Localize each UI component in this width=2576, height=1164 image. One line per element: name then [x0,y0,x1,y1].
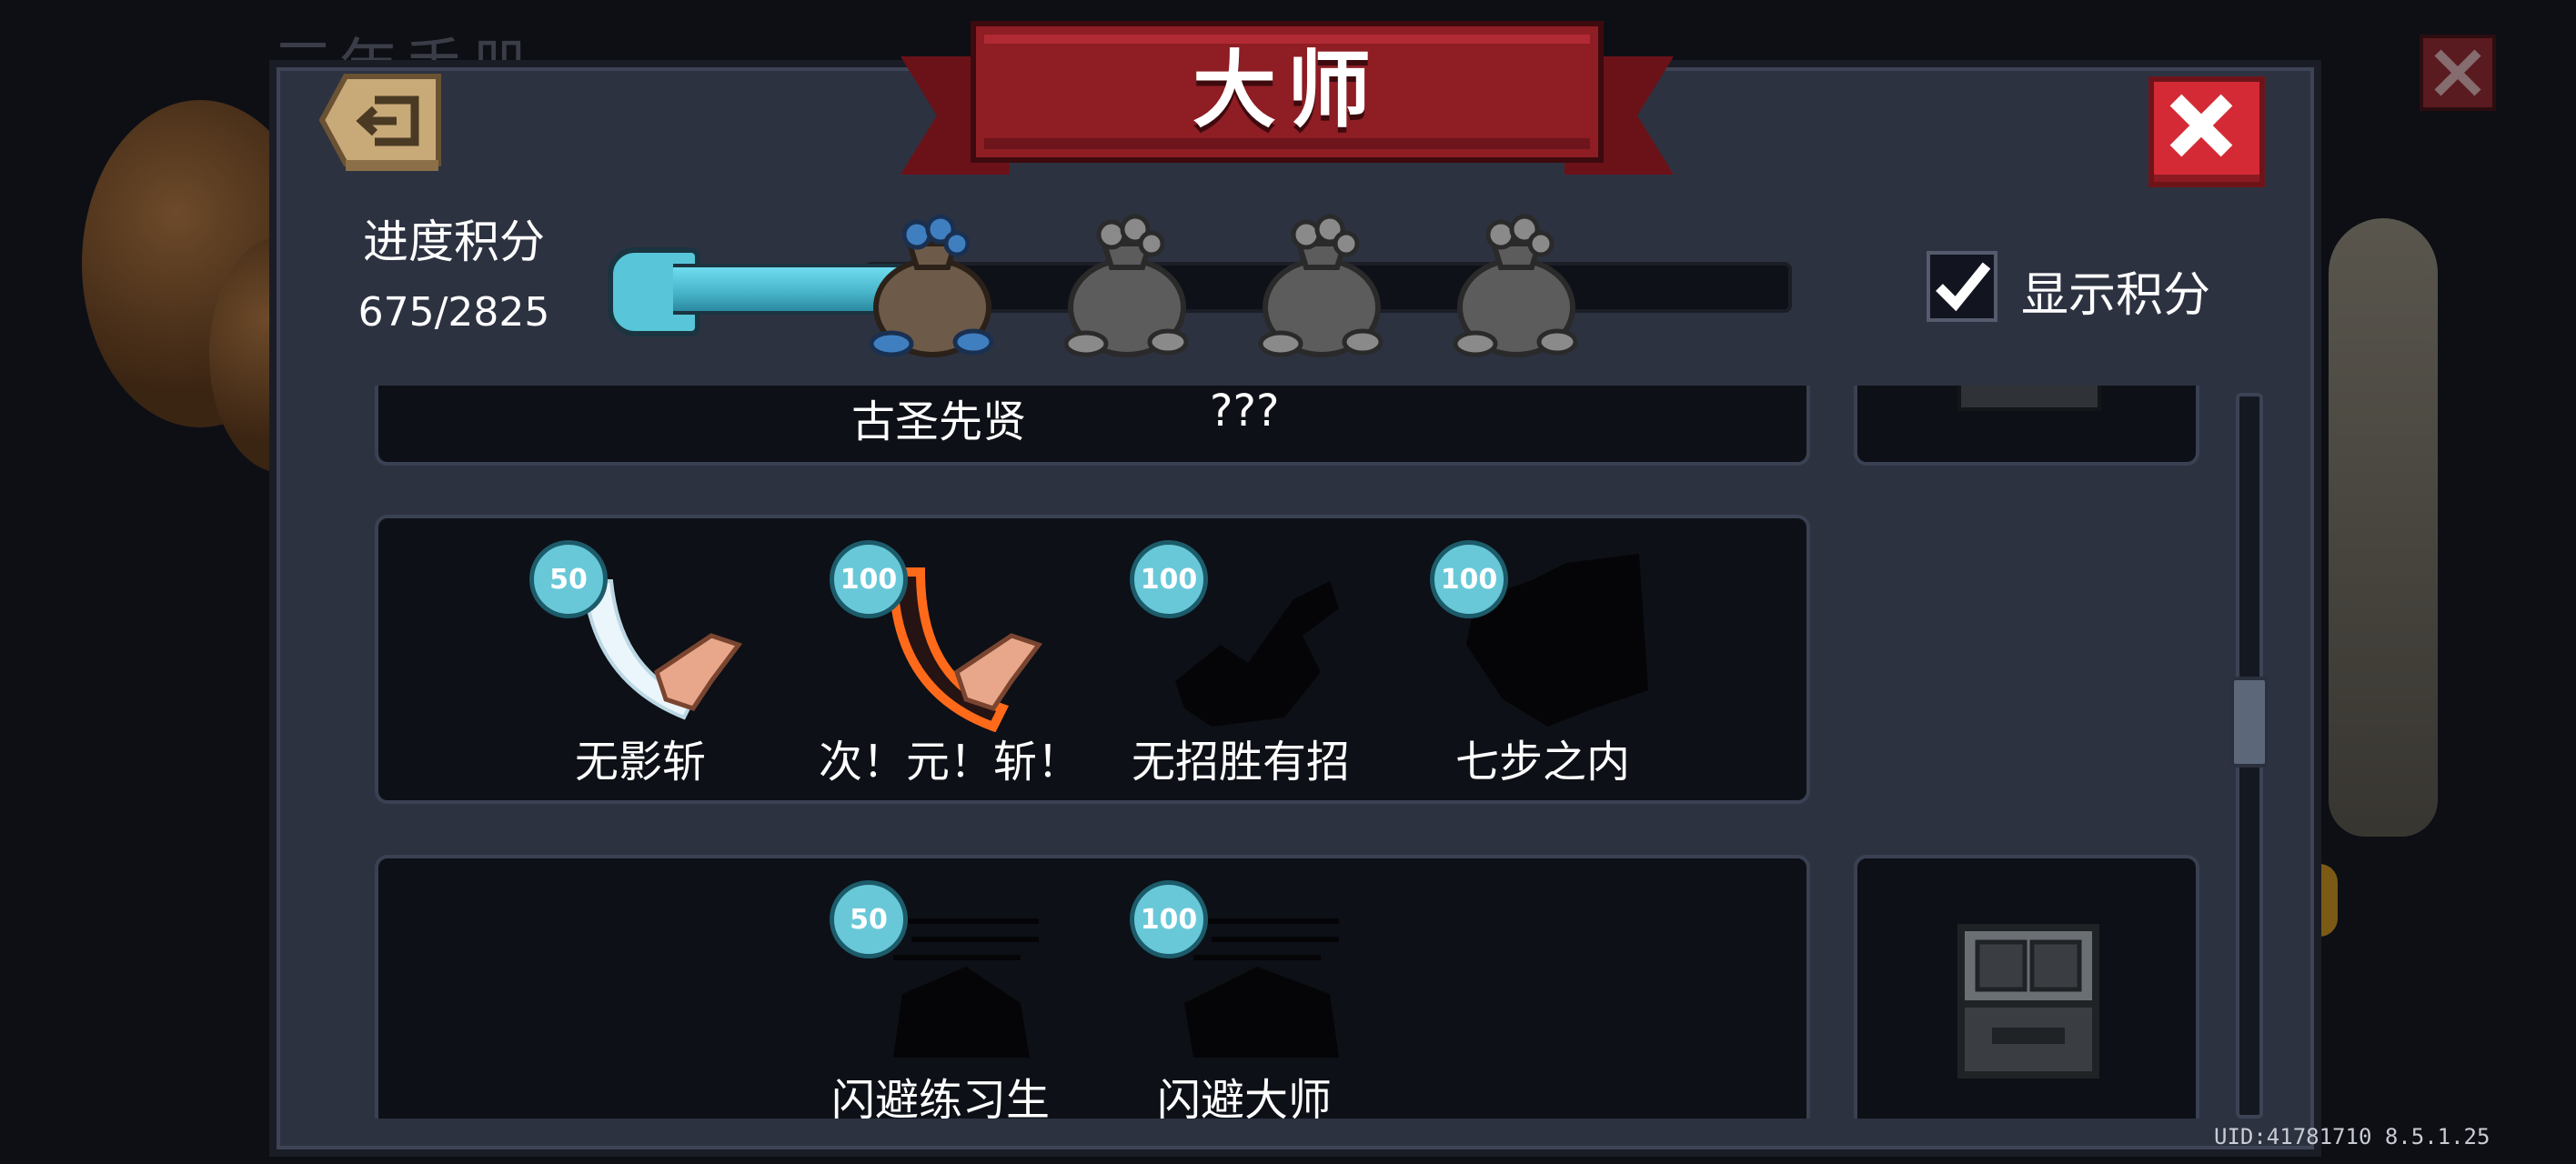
chest-icon [1957,924,2099,1079]
achievement-item[interactable]: 100 [830,531,1048,733]
achievement-item[interactable]: 50 [830,871,1048,1058]
sack-icon [1453,214,1578,357]
close-icon [2169,94,2233,157]
points-badge: 100 [830,540,908,618]
sack-icon [869,214,994,357]
reward-chest[interactable] [1956,920,2101,1080]
achievement-card-row1 [375,386,1810,466]
checkmark-icon [1936,262,1991,312]
close-icon [2434,49,2481,96]
achievement-label: 无影斩 [575,737,707,788]
achievement-label: 闪避练习生 [831,1075,1051,1119]
points-badge: 50 [529,540,608,618]
close-button[interactable] [2148,76,2265,187]
reward-sack-4[interactable] [1448,207,1585,362]
back-icon [318,74,441,171]
achievement-item[interactable]: 100 [1130,531,1348,727]
achievement-label: 次！元！斩！ [819,737,1082,788]
points-badge: 100 [1130,540,1208,618]
show-score-checkbox[interactable] [1927,251,1997,322]
points-badge: 100 [1430,540,1508,618]
achievement-label: 古圣先贤 [851,396,1027,447]
achievement-card-row3 [375,855,1810,1119]
achievement-item[interactable]: 50 [529,531,748,720]
achievement-list[interactable]: 古圣先贤 ??? 50 无影斩 100 次！元！斩！ 100 无招胜有招 100… [315,386,2234,1119]
achievement-label: ??? [1210,386,1280,436]
sack-icon [1063,214,1189,357]
background-close-button [2420,35,2496,111]
achievement-item[interactable]: 100 [1430,531,1648,727]
reward-sack-3[interactable] [1253,207,1390,362]
sack-icon [1258,214,1384,357]
uid-version-label: UID:41781710 8.5.1.25 [2214,1124,2490,1149]
achievement-item[interactable]: 100 [1130,871,1348,1058]
row1-reward-chest [1957,386,2101,411]
achievement-label: 七步之内 [1455,737,1631,788]
points-badge: 50 [830,880,908,958]
back-button[interactable] [318,73,442,175]
points-badge: 100 [1130,880,1208,958]
row1-reward-card[interactable] [1854,386,2199,466]
achievement-label: 无招胜有招 [1132,737,1351,788]
page-title: 大师 [1192,41,1382,139]
progress-value: 675/2825 [357,289,550,336]
progress-label: 进度积分 [363,216,545,268]
reward-sack-2[interactable] [1059,207,1195,362]
reward-sack-1[interactable] [864,207,1001,362]
show-score-label: 显示积分 [2021,268,2211,323]
background-feather [2329,218,2438,837]
scrollbar-thumb[interactable] [2230,677,2269,768]
achievement-label: 闪避大师 [1157,1075,1333,1119]
